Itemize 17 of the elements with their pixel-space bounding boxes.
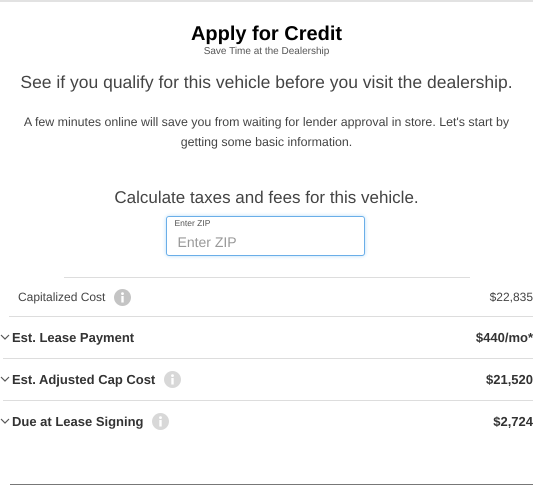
row-value: $21,520 — [486, 372, 533, 387]
page-title: Apply for Credit — [190, 22, 344, 46]
chevron-icon[interactable] — [0, 334, 10, 340]
row-label: Est. Lease Payment — [11, 330, 134, 345]
tagline: See if you qualify for this vehicle before you visit the dealership. — [19, 71, 514, 93]
row-value: $440/mo* — [476, 330, 533, 345]
row-label: Due at Lease Signing — [11, 414, 144, 429]
calculator-heading: Calculate taxes and fees for this vehicle. — [113, 187, 420, 209]
row-label: Est. Adjusted Cap Cost — [11, 372, 156, 387]
row-label: Capitalized Cost — [18, 290, 106, 304]
chevron-icon[interactable] — [0, 418, 10, 424]
row-value: $22,835 — [490, 290, 533, 304]
field-label: Enter ZIP — [174, 218, 210, 228]
page-subtitle: Save Time at the Dealership — [202, 46, 330, 58]
row-value: $2,724 — [493, 414, 533, 429]
chevron-icon[interactable] — [0, 376, 10, 382]
intro-text: A few minutes online will save you from waiting for lender approval in store. Let's start by getting some basic information. — [22, 114, 510, 151]
